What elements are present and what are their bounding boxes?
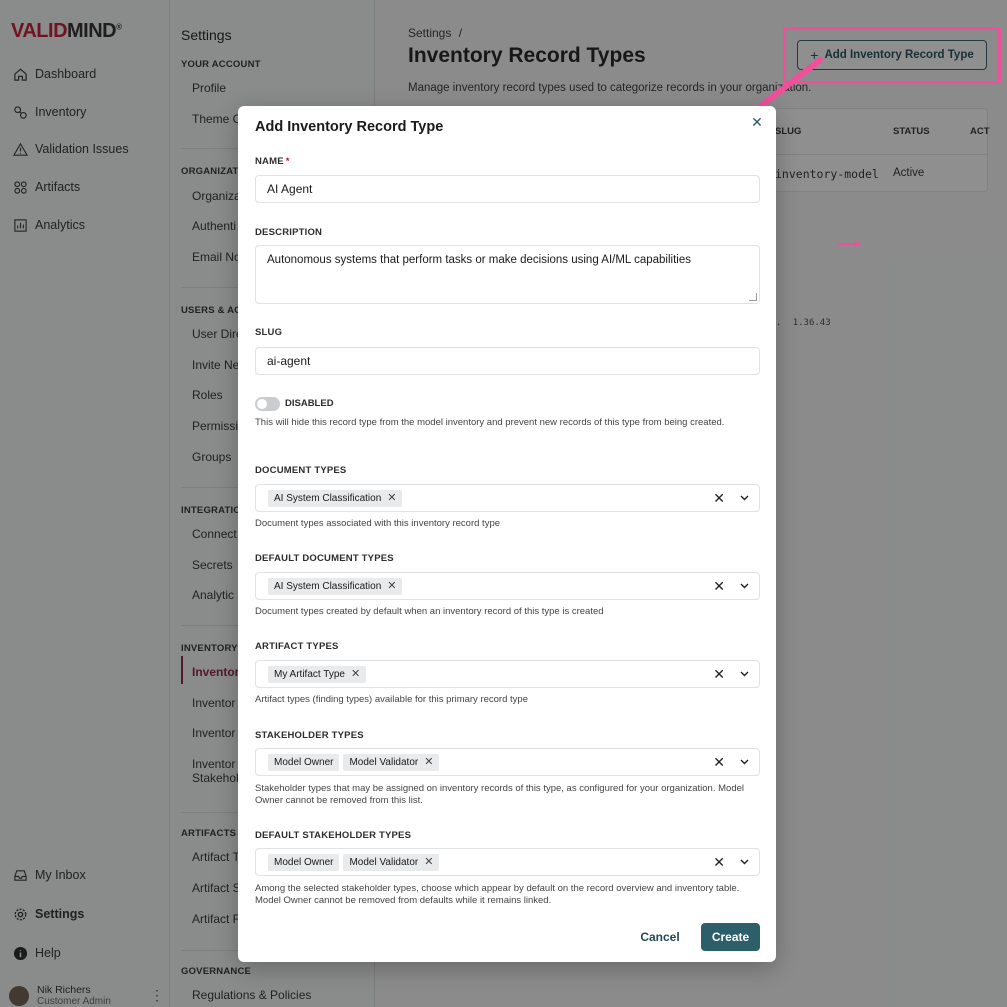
document-types-label: DOCUMENT TYPES	[255, 465, 347, 476]
chip-remove-icon[interactable]: ✕	[387, 492, 396, 504]
chip-remove-icon[interactable]: ✕	[351, 668, 360, 680]
chevron-down-icon[interactable]	[738, 755, 750, 769]
slug-label: SLUG	[255, 327, 283, 338]
name-label: NAME *	[255, 156, 290, 167]
chip: AI System Classification ✕	[268, 577, 403, 595]
chevron-down-icon[interactable]	[738, 579, 750, 593]
description-label: DESCRIPTION	[255, 227, 323, 238]
chevron-down-icon[interactable]	[738, 667, 750, 681]
chip: Model Validator ✕	[343, 853, 440, 871]
clear-icon[interactable]: ✕	[713, 855, 725, 869]
clear-icon[interactable]: ✕	[713, 755, 725, 769]
disabled-help: This will hide this record type from the…	[255, 417, 725, 428]
name-field[interactable]: AI Agent	[255, 175, 760, 203]
default-document-types-label: DEFAULT DOCUMENT TYPES	[255, 553, 394, 564]
chip: AI System Classification ✕	[268, 489, 403, 507]
chip: Model Owner	[268, 853, 340, 871]
stakeholder-types-select[interactable]: Model Owner Model Validator ✕ ✕	[255, 748, 760, 776]
default-document-types-help: Document types created by default when a…	[255, 606, 604, 617]
cancel-button[interactable]: Cancel	[628, 923, 692, 951]
description-field[interactable]: Autonomous systems that perform tasks or…	[255, 245, 760, 304]
close-icon[interactable]: ✕	[749, 114, 765, 130]
document-types-help: Document types associated with this inve…	[255, 518, 501, 529]
clear-icon[interactable]: ✕	[713, 491, 725, 505]
default-stakeholder-types-select[interactable]: Model Owner Model Validator ✕ ✕	[255, 848, 760, 876]
chip: Model Owner	[268, 753, 340, 771]
slug-field[interactable]: ai-agent	[255, 347, 760, 375]
chip-remove-icon[interactable]: ✕	[424, 856, 433, 868]
disabled-toggle-label: DISABLED	[285, 398, 334, 409]
chip-remove-icon[interactable]: ✕	[387, 580, 396, 592]
add-record-type-modal: Add Inventory Record Type ✕ NAME * AI Age…	[238, 106, 776, 962]
disabled-toggle[interactable]	[255, 397, 280, 411]
default-document-types-select[interactable]: AI System Classification ✕ ✕	[255, 572, 760, 600]
toggle-knob	[257, 399, 267, 409]
default-stakeholder-types-help: Among the selected stakeholder types, ch…	[255, 883, 740, 906]
resize-handle[interactable]	[749, 293, 757, 301]
artifact-types-select[interactable]: My Artifact Type ✕ ✕	[255, 660, 760, 688]
chip: My Artifact Type ✕	[268, 665, 367, 683]
chip: Model Validator ✕	[343, 753, 440, 771]
stakeholder-types-label: STAKEHOLDER TYPES	[255, 730, 364, 741]
document-types-select[interactable]: AI System Classification ✕ ✕	[255, 484, 760, 512]
default-stakeholder-types-label: DEFAULT STAKEHOLDER TYPES	[255, 830, 412, 841]
stakeholder-types-help: Stakeholder types that may be assigned o…	[255, 783, 744, 806]
chip-remove-icon[interactable]: ✕	[424, 756, 433, 768]
modal-title: Add Inventory Record Type	[255, 119, 444, 135]
artifact-types-help: Artifact types (finding types) available…	[255, 694, 528, 705]
chevron-down-icon[interactable]	[738, 855, 750, 869]
chevron-down-icon[interactable]	[738, 491, 750, 505]
clear-icon[interactable]: ✕	[713, 579, 725, 593]
artifact-types-label: ARTIFACT TYPES	[255, 641, 339, 652]
create-button[interactable]: Create	[701, 923, 760, 951]
clear-icon[interactable]: ✕	[713, 667, 725, 681]
